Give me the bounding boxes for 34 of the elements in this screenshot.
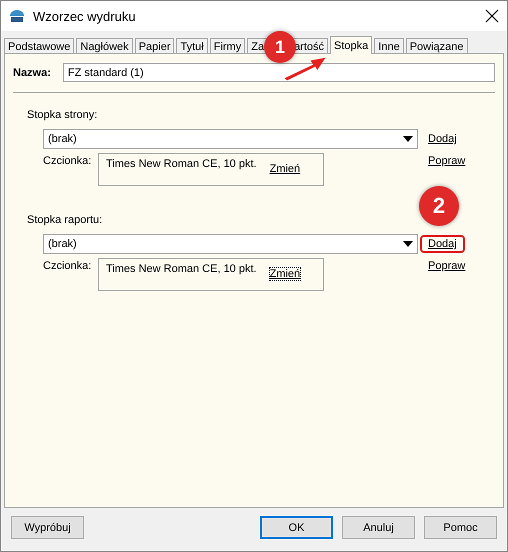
dialog-button[interactable]: Wypróbuj	[11, 516, 84, 539]
section-label: Stopka strony:	[27, 109, 98, 121]
tab[interactable]: Inne	[374, 38, 404, 53]
edit-link[interactable]: Popraw	[428, 155, 466, 167]
font-value: Times New Roman CE, 10 pkt.	[106, 263, 257, 275]
tab[interactable]: Papier	[134, 38, 174, 53]
tab[interactable]: Powiązane	[406, 38, 468, 53]
app-icon	[9, 9, 25, 23]
name-field[interactable]: FZ standard (1)	[62, 63, 495, 82]
font-label: Czcionka:	[43, 154, 92, 167]
dropdown[interactable]: (brak)	[43, 129, 418, 149]
tab[interactable]: Podstawowe	[4, 38, 74, 53]
edit-link[interactable]: Popraw	[428, 260, 466, 272]
step-badge: 1	[264, 31, 296, 63]
font-label: Czcionka:	[43, 259, 92, 272]
tab[interactable]: Tytuł	[176, 38, 208, 53]
close-icon[interactable]	[485, 9, 499, 23]
add-link[interactable]: Dodaj	[420, 235, 465, 253]
name-label: Nazwa:	[13, 66, 51, 78]
caret-icon	[403, 136, 413, 142]
tab[interactable]: Stopka	[330, 36, 372, 54]
window-title: Wzorzec wydruku	[33, 8, 137, 24]
tab[interactable]: Firmy	[210, 38, 246, 53]
change-link[interactable]: Zmień	[268, 162, 302, 176]
tab[interactable]: Nagłówek	[76, 38, 133, 53]
change-link[interactable]: Zmień	[268, 267, 302, 281]
caret-icon	[403, 241, 413, 247]
dialog-button[interactable]: Anuluj	[342, 516, 415, 539]
font-value: Times New Roman CE, 10 pkt.	[106, 158, 257, 170]
dropdown[interactable]: (brak)	[43, 234, 418, 254]
dialog-button[interactable]: OK	[260, 516, 333, 539]
dialog-button[interactable]: Pomoc	[424, 516, 497, 539]
section-label: Stopka raportu:	[27, 214, 104, 226]
add-link[interactable]: Dodaj	[428, 132, 457, 146]
